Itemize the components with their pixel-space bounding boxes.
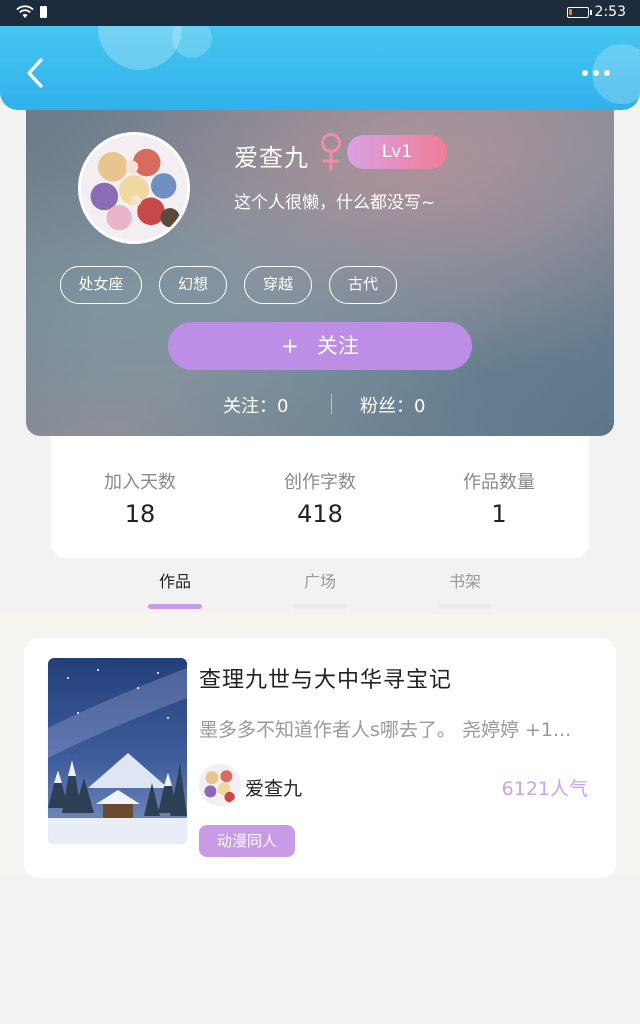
sim-icon xyxy=(40,6,47,18)
follow-button[interactable]: + 关注 xyxy=(168,322,472,370)
profile-signature: 这个人很懒，什么都没写~ xyxy=(234,193,436,213)
tab-label: 广场 xyxy=(303,572,336,591)
tag-chip[interactable]: 幻想 xyxy=(159,266,227,304)
status-right: 2:53 xyxy=(566,4,626,20)
tab-indicator xyxy=(438,604,492,609)
work-card[interactable]: 查理九世与大中华寻宝记 墨多多不知道作者人s哪去了。 尧婷婷 +1... 爱查九… xyxy=(24,638,616,878)
cover-image xyxy=(48,658,187,844)
author-name[interactable]: 爱查九 xyxy=(245,774,302,801)
stat-label: 作品数量 xyxy=(463,472,535,493)
more-dot xyxy=(604,70,610,76)
stat-word-count: 创作字数 418 xyxy=(230,468,410,528)
tab-square[interactable]: 广场 xyxy=(280,568,360,609)
work-title: 查理九世与大中华寻宝记 xyxy=(199,668,453,693)
level-badge: Lv1 xyxy=(347,135,447,169)
top-header xyxy=(0,26,640,110)
profile-card: 爱查九 Lv1 这个人很懒，什么都没写~ 处女座 幻想 穿越 古代 + 关注 关注… xyxy=(26,110,614,436)
tab-label: 作品 xyxy=(158,572,191,591)
popularity-count: 6121人气 xyxy=(501,778,588,800)
status-time: 2:53 xyxy=(594,4,626,20)
back-button[interactable] xyxy=(22,56,50,90)
author-avatar[interactable] xyxy=(199,764,241,806)
battery-icon xyxy=(566,6,592,18)
stat-value: 418 xyxy=(297,500,343,528)
tab-works[interactable]: 作品 xyxy=(135,568,215,609)
divider xyxy=(331,394,332,414)
work-cover[interactable] xyxy=(48,658,187,844)
tag-chip[interactable]: 穿越 xyxy=(244,266,312,304)
stat-label: 创作字数 xyxy=(284,472,356,493)
works-list: 查理九世与大中华寻宝记 墨多多不知道作者人s哪去了。 尧婷婷 +1... 爱查九… xyxy=(0,614,640,878)
more-dot xyxy=(582,70,588,76)
wifi-icon xyxy=(16,5,34,18)
decor-bubble xyxy=(172,26,212,58)
profile-nickname: 爱查九 xyxy=(234,144,309,172)
stats-card: 加入天数 18 创作字数 418 作品数量 1 xyxy=(51,436,589,558)
follow-label: 关注 xyxy=(316,334,359,358)
stat-value: 18 xyxy=(124,500,156,528)
author-avatar-image xyxy=(200,765,240,805)
tag-chip[interactable]: 处女座 xyxy=(60,266,142,304)
stat-join-days: 加入天数 18 xyxy=(50,468,230,528)
fans-count[interactable]: 粉丝：0 xyxy=(360,392,425,418)
follow-counts: 关注：0 粉丝：0 xyxy=(26,392,614,418)
stat-works-count: 作品数量 1 xyxy=(409,468,589,528)
avatar[interactable] xyxy=(78,132,190,244)
more-dot xyxy=(593,70,599,76)
genre-tag[interactable]: 动漫同人 xyxy=(199,825,295,857)
tab-indicator xyxy=(293,604,347,609)
battery-level xyxy=(568,8,572,15)
decor-bubble xyxy=(98,26,182,70)
stat-value: 1 xyxy=(491,500,507,528)
more-button[interactable] xyxy=(582,70,610,76)
tab-label: 书架 xyxy=(448,572,481,591)
tag-chip[interactable]: 古代 xyxy=(329,266,397,304)
status-bar: 2:53 xyxy=(0,0,640,26)
plus-icon: + xyxy=(281,334,299,358)
work-description: 墨多多不知道作者人s哪去了。 尧婷婷 +1... xyxy=(199,719,572,741)
female-icon xyxy=(321,133,341,171)
tab-bar: 作品 广场 书架 xyxy=(0,558,640,614)
following-count[interactable]: 关注：0 xyxy=(223,392,288,418)
profile-tags: 处女座 幻想 穿越 古代 xyxy=(60,266,397,304)
status-left xyxy=(16,5,47,19)
chevron-left-icon xyxy=(27,58,43,88)
stat-label: 加入天数 xyxy=(104,472,176,493)
tab-bookshelf[interactable]: 书架 xyxy=(425,568,505,609)
avatar-image xyxy=(81,135,187,241)
tab-indicator xyxy=(148,604,202,609)
